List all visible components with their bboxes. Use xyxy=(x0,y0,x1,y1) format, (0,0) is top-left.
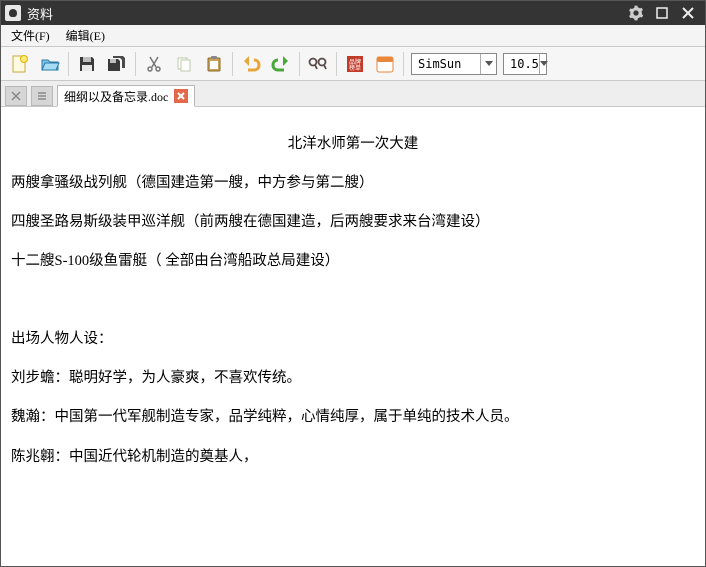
svg-text:榜单: 榜单 xyxy=(349,64,361,72)
doc-line: 出场人物人设： xyxy=(11,330,695,350)
window-title: 资料 xyxy=(27,4,53,23)
paste-button[interactable] xyxy=(200,50,228,78)
close-all-tabs-button[interactable] xyxy=(5,86,27,106)
doc-line: 两艘拿骚级战列舰（德国建造第一艘，中方参与第二艘） xyxy=(11,174,695,194)
menu-edit[interactable]: 编辑(E) xyxy=(58,24,113,47)
settings-button[interactable] xyxy=(623,1,649,25)
doc-title: 北洋水师第一次大建 xyxy=(11,135,695,155)
doc-line: 陈兆翱：中国近代轮机制造的奠基人， xyxy=(11,448,695,468)
close-tab-button[interactable] xyxy=(174,89,188,103)
undo-button[interactable] xyxy=(237,50,265,78)
tab-list-button[interactable] xyxy=(31,86,53,106)
doc-line: 刘步蟾：聪明好学，为人豪爽，不喜欢传统。 xyxy=(11,369,695,389)
font-name-select[interactable]: SimSun xyxy=(411,53,497,75)
toolbar: 品牌榜单 SimSun 10.5 xyxy=(1,47,705,81)
calendar-button[interactable] xyxy=(371,50,399,78)
tabbar: 细纲以及备忘录.doc xyxy=(1,81,705,107)
font-size-value: 10.5 xyxy=(510,57,539,71)
doc-line: 四艘圣路易斯级装甲巡洋舰（前两艘在德国建造，后两艘要求来台湾建设） xyxy=(11,213,695,233)
maximize-button[interactable] xyxy=(649,1,675,25)
chevron-down-icon xyxy=(480,54,496,74)
menubar: 文件(F) 编辑(E) xyxy=(1,25,705,47)
red-tool-button[interactable]: 品牌榜单 xyxy=(341,50,369,78)
tab-label: 细纲以及备忘录.doc xyxy=(64,88,168,105)
active-tab[interactable]: 细纲以及备忘录.doc xyxy=(57,85,195,107)
doc-line: 十二艘S-100级鱼雷艇（ 全部由台湾船政总局建设） xyxy=(11,252,695,272)
save-button[interactable] xyxy=(73,50,101,78)
new-button[interactable] xyxy=(6,50,34,78)
open-button[interactable] xyxy=(36,50,64,78)
chevron-down-icon xyxy=(539,54,548,74)
menu-file[interactable]: 文件(F) xyxy=(3,24,58,47)
close-window-button[interactable] xyxy=(675,1,701,25)
find-button[interactable] xyxy=(304,50,332,78)
font-name-value: SimSun xyxy=(418,57,461,71)
copy-button[interactable] xyxy=(170,50,198,78)
font-size-select[interactable]: 10.5 xyxy=(503,53,547,75)
redo-button[interactable] xyxy=(267,50,295,78)
document-editor[interactable]: 北洋水师第一次大建 两艘拿骚级战列舰（德国建造第一艘，中方参与第二艘） 四艘圣路… xyxy=(1,107,705,495)
svg-text:品牌: 品牌 xyxy=(349,58,361,66)
doc-line: 魏瀚：中国第一代军舰制造专家，品学纯粹，心情纯厚，属于单纯的技术人员。 xyxy=(11,408,695,428)
cut-button[interactable] xyxy=(140,50,168,78)
save-all-button[interactable] xyxy=(103,50,131,78)
doc-line xyxy=(11,291,695,311)
app-icon xyxy=(5,5,21,21)
titlebar: 资料 xyxy=(1,1,705,25)
